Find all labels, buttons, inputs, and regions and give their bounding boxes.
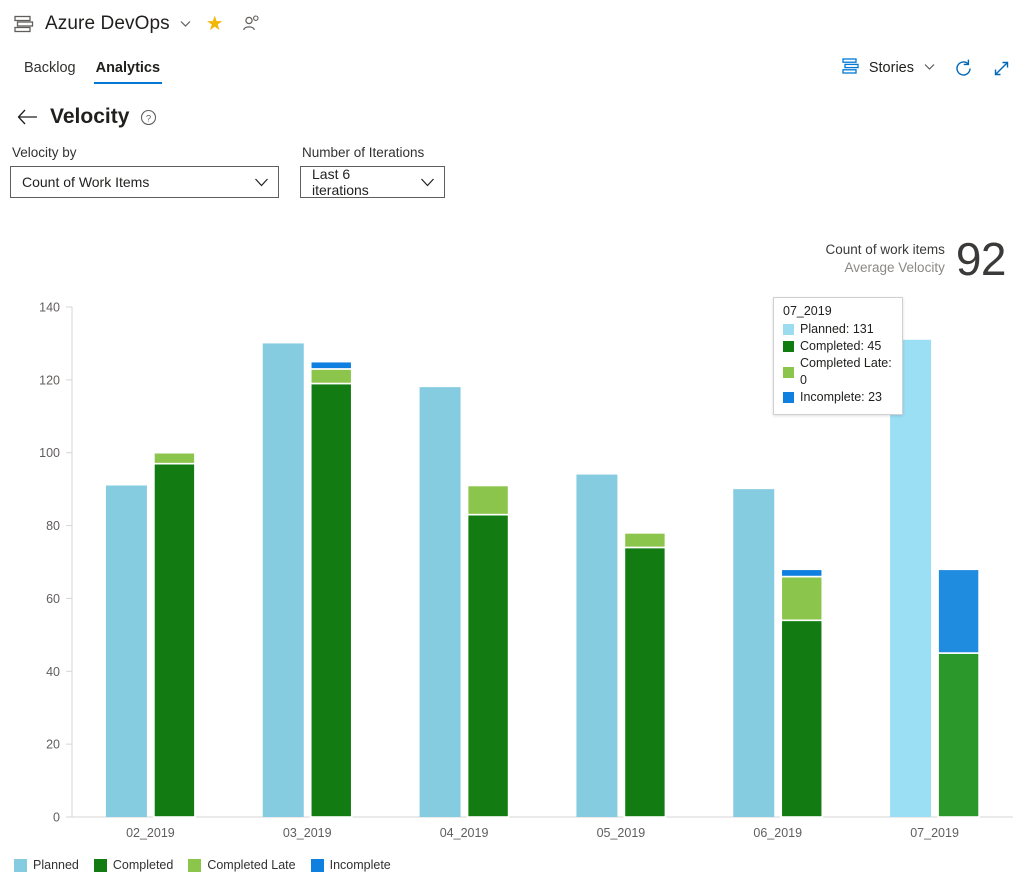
refresh-button[interactable]	[944, 52, 982, 84]
bar-completed-late[interactable]	[780, 575, 824, 622]
legend-color-swatch	[14, 858, 27, 872]
page-header: Velocity ?	[0, 89, 1036, 137]
tooltip-row: Completed Late: 0	[783, 355, 893, 389]
bar-planned[interactable]	[576, 474, 618, 817]
bar-completed[interactable]	[309, 382, 353, 818]
filters-bar: Velocity by Count of Work Items Number o…	[0, 137, 1036, 212]
legend-label: Incomplete	[329, 858, 391, 872]
legend-label: Completed	[112, 858, 174, 872]
legend-label: Completed Late	[207, 858, 296, 872]
bar-completed-late[interactable]	[309, 368, 353, 385]
bar-completed-late[interactable]	[623, 532, 667, 549]
y-axis-tick-label: 120	[39, 373, 60, 387]
tab-analytics-label: Analytics	[95, 60, 161, 76]
bar-completed[interactable]	[153, 462, 196, 818]
toolbar: Stories	[834, 47, 1036, 89]
iterations-value: Last 6 iterations	[312, 166, 369, 198]
bar-completed[interactable]	[623, 546, 667, 818]
tooltip-row-label: Incomplete: 23	[800, 390, 882, 404]
fullscreen-button[interactable]	[982, 52, 1020, 84]
tooltip-color-swatch	[783, 341, 794, 352]
back-button[interactable]	[14, 103, 42, 131]
bar-planned[interactable]	[733, 489, 775, 817]
team-members-icon[interactable]	[242, 14, 261, 33]
tooltip-row: Planned: 131	[783, 321, 893, 338]
velocity-by-field: Velocity by Count of Work Items	[10, 145, 279, 198]
x-axis-tick-label: 05_2019	[597, 826, 646, 840]
bar-incomplete[interactable]	[309, 360, 353, 370]
tooltip-rows: Planned: 131 Completed: 45 Completed Late:…	[783, 321, 893, 406]
chart-tooltip: 07_2019 Planned: 131 Completed: 45 Complet…	[773, 297, 903, 415]
y-axis-tick-label: 140	[39, 301, 60, 315]
tab-backlog[interactable]: Backlog	[14, 47, 86, 89]
y-axis-tick-label: 80	[46, 519, 60, 533]
iterations-field: Number of Iterations Last 6 iterations	[300, 145, 445, 198]
legend-color-swatch	[310, 858, 324, 872]
bar-completed-late[interactable]	[153, 451, 196, 465]
velocity-chart-card: Count of work items Average Velocity 92 …	[8, 222, 1028, 872]
bar-completed-late[interactable]	[466, 484, 510, 516]
tooltip-row-label: Completed Late: 0	[800, 356, 892, 387]
legend-item[interactable]: Completed	[93, 858, 174, 872]
bar-planned[interactable]	[262, 343, 304, 817]
svg-text:?: ?	[146, 113, 151, 124]
legend-item[interactable]: Planned	[14, 858, 79, 872]
tab-analytics[interactable]: Analytics	[86, 47, 170, 89]
star-icon[interactable]: ★	[206, 14, 224, 34]
chart-legend: Planned Completed Completed Late Incomplete	[14, 858, 399, 872]
velocity-by-dropdown[interactable]: Count of Work Items	[10, 166, 279, 198]
chevron-down-icon[interactable]	[179, 17, 192, 30]
tooltip-color-swatch	[783, 366, 794, 378]
backlog-levels-icon	[842, 58, 860, 78]
chevron-down-icon	[406, 177, 435, 188]
y-axis-tick-label: 40	[46, 665, 60, 679]
legend-label: Planned	[33, 858, 79, 872]
tooltip-color-swatch	[783, 392, 794, 403]
x-axis-tick-label: 03_2019	[283, 826, 332, 840]
tooltip-color-swatch	[783, 324, 794, 335]
legend-color-swatch	[93, 858, 107, 872]
x-axis-tick-label: 02_2019	[126, 826, 175, 840]
legend-item[interactable]: Completed Late	[188, 858, 296, 872]
tab-backlog-label: Backlog	[24, 60, 76, 76]
question-circle-icon[interactable]: ?	[140, 109, 157, 126]
stories-selector[interactable]: Stories	[834, 54, 944, 82]
bar-completed[interactable]	[937, 652, 980, 818]
tooltip-row-label: Planned: 131	[800, 322, 874, 336]
x-axis-tick-label: 04_2019	[440, 826, 489, 840]
page-title: Velocity	[50, 105, 130, 128]
velocity-by-value: Count of Work Items	[22, 174, 150, 190]
x-axis-tick-label: 06_2019	[753, 826, 802, 840]
bar-planned[interactable]	[419, 387, 461, 817]
y-axis-tick-label: 20	[46, 738, 60, 752]
iterations-label: Number of Iterations	[302, 145, 425, 160]
top-bar: Azure DevOps ★	[0, 0, 1036, 47]
tooltip-title: 07_2019	[783, 304, 832, 318]
y-axis-tick-label: 100	[39, 446, 60, 460]
chevron-down-icon	[240, 177, 269, 188]
organization-name[interactable]: Azure DevOps	[45, 13, 170, 35]
stories-label: Stories	[868, 60, 914, 76]
tooltip-row-label: Completed: 45	[800, 339, 882, 353]
tooltip-row: Completed: 45	[783, 338, 893, 355]
bar-completed[interactable]	[466, 513, 510, 818]
tooltip-row: Incomplete: 23	[783, 389, 893, 406]
legend-color-swatch	[188, 858, 202, 872]
bar-planned[interactable]	[105, 485, 147, 818]
bar-incomplete[interactable]	[780, 568, 824, 578]
y-axis-tick-label: 0	[53, 811, 60, 825]
backlog-board-icon	[14, 15, 34, 33]
y-axis-tick-label: 60	[46, 592, 60, 606]
tab-strip: Backlog Analytics Stories	[0, 47, 1036, 89]
bar-completed[interactable]	[780, 619, 824, 818]
x-axis-tick-label: 07_2019	[910, 826, 959, 840]
iterations-dropdown[interactable]: Last 6 iterations	[300, 166, 445, 198]
velocity-by-label: Velocity by	[12, 145, 77, 160]
bar-incomplete[interactable]	[937, 568, 980, 654]
chevron-down-icon	[923, 60, 936, 77]
legend-item[interactable]: Incomplete	[310, 858, 391, 872]
